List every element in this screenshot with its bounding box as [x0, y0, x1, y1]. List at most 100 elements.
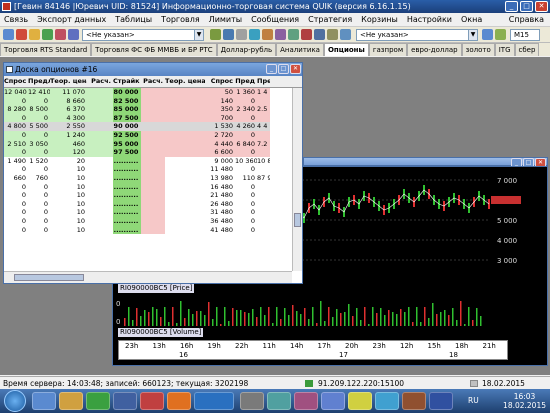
options-row[interactable]: 004 300 87 500 700 0 [4, 113, 302, 123]
vertical-scrollbar[interactable] [292, 88, 302, 271]
indicator-icon[interactable] [495, 29, 506, 40]
workspace-tab[interactable]: Опционы [323, 43, 369, 56]
workspace-tab[interactable]: сбер [514, 43, 540, 56]
orders-icon[interactable] [68, 29, 79, 40]
options-row[interactable]: 4 800 5 500 2 550 90 000 1 530 4 260 4 4 [4, 122, 302, 131]
workspace-tab[interactable]: евро-доллар [407, 43, 462, 56]
column-header[interactable]: Страйк [113, 76, 141, 87]
limits-icon[interactable] [340, 29, 351, 40]
workspace-tab[interactable]: Аналитика [276, 43, 324, 56]
settings-icon[interactable] [236, 29, 247, 40]
column-header[interactable]: Теор. цена [165, 76, 205, 87]
options-minimize-button[interactable]: _ [266, 64, 277, 74]
taskbar-app-icon[interactable] [321, 392, 345, 410]
menu-item[interactable]: Сообщения [251, 13, 299, 26]
options-row[interactable]: 0 0 10.......... 31 480 0 [4, 208, 302, 217]
taskbar-app-icon[interactable] [294, 392, 318, 410]
disconnect-icon[interactable] [16, 29, 27, 40]
taskbar-clock[interactable]: 16:03 18.02.2015 [503, 392, 546, 410]
language-indicator[interactable]: RU [468, 396, 479, 405]
refresh-icon[interactable] [249, 29, 260, 40]
news-icon[interactable] [314, 29, 325, 40]
print-icon[interactable] [262, 29, 273, 40]
taskbar-app-icon[interactable] [240, 392, 264, 410]
workspace-tab[interactable]: газпром [368, 43, 408, 56]
taskbar-explorer-icon[interactable] [59, 392, 83, 410]
menu-item[interactable]: Таблицы [115, 13, 152, 26]
workspace-tab[interactable]: золото [461, 43, 495, 56]
taskbar-app-icon[interactable] [402, 392, 426, 410]
workspace-tab[interactable]: ITG [494, 43, 515, 56]
menu-item[interactable]: Корзины [361, 13, 398, 26]
taskbar-app-icon[interactable] [348, 392, 372, 410]
taskbar-browser-icon[interactable] [167, 392, 191, 410]
menu-item[interactable]: Стратегия [308, 13, 352, 26]
workspace-tab[interactable]: Торговля RTS Standard [0, 43, 92, 56]
options-window-titlebar[interactable]: Доска опционов #16 _ □ ✕ [4, 63, 302, 76]
options-row[interactable]: 0 0 10.......... 41 480 0 [4, 225, 302, 235]
export-icon[interactable] [288, 29, 299, 40]
menu-item-help[interactable]: Справка [509, 13, 544, 26]
buy-icon[interactable] [42, 29, 53, 40]
taskbar-app-icon[interactable] [267, 392, 291, 410]
options-row[interactable]: 1 490 1 520 20.......... 9 000 10 360 10 8 [4, 156, 302, 166]
menu-item[interactable]: Окна [461, 13, 482, 26]
chart-window-titlebar[interactable]: _ □ ✕ [303, 157, 548, 168]
options-row[interactable]: 001 240 92 500 2 720 0 [4, 130, 302, 140]
taskbar-ie-icon[interactable] [32, 392, 56, 410]
options-row[interactable]: 0 0 10.......... 36 480 0 [4, 216, 302, 226]
start-button[interactable] [4, 390, 26, 412]
options-close-button[interactable]: ✕ [290, 64, 301, 74]
portfolio-icon[interactable] [327, 29, 338, 40]
workspace-tab[interactable]: Торговля ФС ФБ ММВБ и БР РТС [91, 43, 217, 56]
chart-type-icon[interactable] [482, 29, 493, 40]
column-header[interactable]: Спрос [205, 76, 235, 87]
options-row[interactable]: 8 280 8 500 6 370 85 000 350 2 340 2.5 [4, 105, 302, 114]
menu-item[interactable]: Настройки [407, 13, 452, 26]
options-maximize-button[interactable]: □ [278, 64, 289, 74]
options-row[interactable]: 0 0 120 97 500 6 600 0 [4, 148, 302, 157]
workspace-tab[interactable]: Доллар-рубль [216, 43, 277, 56]
column-header[interactable]: Пре [257, 76, 270, 87]
menu-item[interactable]: Экспорт данных [37, 13, 106, 26]
options-row[interactable]: 12 040 12 410 11 070 80 000 50 1 360 1 4 [4, 88, 302, 97]
column-header[interactable]: Расч. [141, 76, 165, 87]
taskbar-app-icon[interactable] [140, 392, 164, 410]
column-header[interactable]: Предл [28, 76, 50, 87]
minimize-button[interactable]: _ [505, 1, 518, 12]
instrument-combo-2[interactable]: <Не указан> ▼ [356, 29, 478, 41]
menu-item[interactable]: Связь [4, 13, 28, 26]
options-row[interactable]: 0 0 10.......... 21 480 0 [4, 191, 302, 200]
scrollbar-thumb[interactable] [294, 213, 301, 227]
volume-chart[interactable]: 00 [114, 296, 542, 331]
table-icon[interactable] [223, 29, 234, 40]
timeframe-combo[interactable]: M15 [510, 29, 540, 41]
options-row[interactable]: 008 660 82 500 140 0 [4, 96, 302, 106]
taskbar-app-icon[interactable] [429, 392, 453, 410]
sell-icon[interactable] [55, 29, 66, 40]
chart-icon[interactable] [210, 29, 221, 40]
taskbar-app-icon[interactable] [375, 392, 399, 410]
instrument-combo-1[interactable]: <Не указан> ▼ [82, 29, 204, 41]
alert-icon[interactable] [301, 29, 312, 40]
column-header[interactable]: Пред [235, 76, 257, 87]
options-row[interactable]: 0 0 10.......... 26 480 0 [4, 199, 302, 209]
taskbar-app-icon[interactable] [113, 392, 137, 410]
taskbar-media-icon[interactable] [86, 392, 110, 410]
connect-icon[interactable] [3, 29, 14, 40]
close-button[interactable]: ✕ [535, 1, 548, 12]
maximize-button[interactable]: □ [520, 1, 533, 12]
options-row[interactable]: 0 0 10.......... 11 480 0 [4, 165, 302, 174]
taskbar-quik-button[interactable] [194, 392, 234, 410]
filter-icon[interactable] [275, 29, 286, 40]
scrollbar-thumb[interactable] [14, 274, 84, 281]
new-table-icon[interactable] [29, 29, 40, 40]
column-header[interactable]: Теор. цена [50, 76, 87, 87]
menu-item[interactable]: Лимиты [209, 13, 242, 26]
horizontal-scrollbar[interactable] [4, 271, 292, 283]
options-row[interactable]: 0 0 10.......... 16 480 0 [4, 182, 302, 192]
options-row[interactable]: 660 760 10.......... 13 980 110 87 9 [4, 173, 302, 183]
column-header[interactable]: Расч. [87, 76, 113, 87]
menu-item[interactable]: Торговля [161, 13, 200, 26]
column-header[interactable]: Спрос [4, 76, 28, 87]
